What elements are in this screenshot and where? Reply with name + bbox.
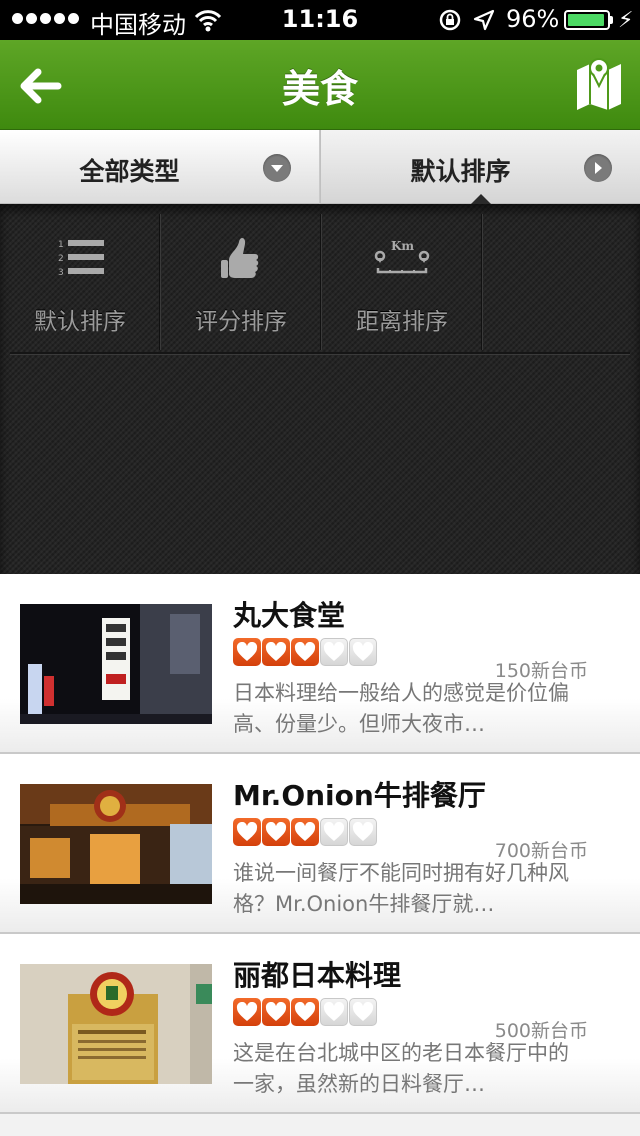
divider [10,352,630,354]
restaurant-description: 谁说一间餐厅不能同时拥有好几种风格？Mr.Onion牛排餐厅就… [233,861,569,916]
distance-km-icon: Km [374,239,430,274]
restaurant-name: 丽都日本料理 [233,959,402,992]
battery-icon [564,10,610,30]
chevron-down-icon [263,154,291,182]
heart-filled-icon [262,998,290,1026]
list-item[interactable]: Mr.Onion牛排餐厅 700新台币 谁说一间餐厅不能同时拥有好几种风格？Mr… [0,754,640,934]
navigation-bar: 美食 [0,40,640,130]
dropdown-pointer [471,194,491,204]
heart-filled-icon [291,638,319,666]
heart-filled-icon [262,818,290,846]
map-icon[interactable] [574,56,624,112]
heart-filled-icon [233,998,261,1026]
heart-empty-icon [349,818,377,846]
restaurant-photo [20,964,212,1084]
type-filter-label: 全部类型 [79,157,180,186]
sort-filter-button[interactable]: 默认排序 [320,130,640,204]
type-filter-button[interactable]: 全部类型 [0,130,320,204]
chevron-right-icon [584,154,612,182]
sort-option-label: 距离排序 [356,309,448,335]
rating-hearts [233,638,377,666]
distance-km-text: Km [391,239,414,253]
rotation-lock-icon [439,9,461,31]
restaurant-name: Mr.Onion牛排餐厅 [233,779,486,812]
charging-bolt-icon: ⚡ [618,8,634,33]
sort-option-distance[interactable]: Km 距离排序 [322,214,482,350]
sort-option-empty [483,214,640,350]
heart-empty-icon [349,998,377,1026]
restaurant-description: 日本料理给一般给人的感觉是价位偏高、份量少。但师大夜市… [233,681,569,736]
filter-bar: 全部类型 默认排序 [0,130,640,204]
svg-text:2: 2 [58,254,64,264]
thumbs-up-icon [221,238,259,278]
restaurant-description: 这是在台北城中区的老日本餐厅中的一家，虽然新的日料餐厅… [233,1041,569,1096]
numbered-list-icon: 1 2 3 [58,240,104,278]
sort-option-default[interactable]: 1 2 3 默认排序 [0,214,160,350]
restaurant-name: 丸大食堂 [233,599,346,632]
heart-filled-icon [233,818,261,846]
list-item[interactable]: 丽都日本料理 500新台币 这是在台北城中区的老日本餐厅中的一家，虽然新的日料餐… [0,934,640,1114]
rating-hearts [233,998,377,1026]
heart-filled-icon [291,998,319,1026]
sort-filter-label: 默认排序 [410,157,511,186]
list-item[interactable]: 丸大食堂 150新台币 日本料理给一般给人的感觉是价位偏高、份量少。但师大夜市… [0,574,640,754]
heart-empty-icon [320,638,348,666]
sort-option-label: 默认排序 [34,309,126,335]
sort-option-label: 评分排序 [195,309,287,335]
location-arrow-icon [473,9,495,31]
heart-empty-icon [349,638,377,666]
heart-empty-icon [320,818,348,846]
heart-filled-icon [291,818,319,846]
battery-percentage: 96% [506,5,560,33]
svg-text:3: 3 [58,268,64,278]
restaurant-list: 丸大食堂 150新台币 日本料理给一般给人的感觉是价位偏高、份量少。但师大夜市…… [0,574,640,1114]
sort-options-panel: 1 2 3 默认排序 评分排序 Km 距离排序 [0,204,640,574]
restaurant-photo [20,604,212,724]
sort-option-rating[interactable]: 评分排序 [161,214,321,350]
page-title: 美食 [281,67,358,111]
heart-filled-icon [262,638,290,666]
heart-empty-icon [320,998,348,1026]
status-bar: 中国移动 11:16 96% ⚡ [0,0,640,40]
restaurant-photo [20,784,212,904]
svg-text:1: 1 [58,240,64,250]
heart-filled-icon [233,638,261,666]
rating-hearts [233,818,377,846]
